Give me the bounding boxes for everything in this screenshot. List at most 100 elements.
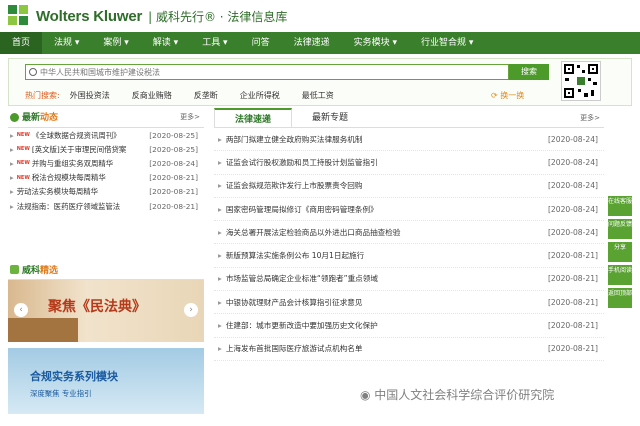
list-item[interactable]: ▸ 法规指南：医药医疗领域监管法 [2020-08-21] xyxy=(8,199,204,213)
list-item[interactable]: ▸ 劳动法实务模块每周精华 [2020-08-21] xyxy=(8,185,204,199)
arrow-icon: ▸ xyxy=(218,344,222,354)
list-item[interactable]: ▸ NEW [英文版]关于审理民间借贷案 [2020-08-25] xyxy=(8,142,204,156)
qr-code-icon xyxy=(561,61,601,101)
news-title: 法规指南：医药医疗领域监管法 xyxy=(16,201,121,211)
list-item[interactable]: ▸ NEW 并购与重组实务双周精华 [2020-08-24] xyxy=(8,156,204,170)
compliance-modules-banner[interactable]: 合规实务系列模块 深度聚焦 专业指引 xyxy=(8,348,204,414)
more-link[interactable]: 更多> xyxy=(580,108,604,127)
hot-keyword[interactable]: 企业所得税 xyxy=(240,90,280,101)
news-title: 国家密码管理局拟修订《商用密码管理条例》 xyxy=(225,204,378,214)
news-title: 税法合规模块每周精华 xyxy=(31,173,106,183)
list-item[interactable]: ▸ NEW 《全球数据合规资讯周刊》 [2020-08-25] xyxy=(8,128,204,142)
back-to-top-button[interactable]: 返回顶部 xyxy=(608,288,632,308)
tab-latest-topics[interactable]: 最新专题 xyxy=(292,108,368,127)
banner-b-title: 合规实务系列模块 xyxy=(30,370,118,383)
side-toolbar: 在线客服 问题反馈 分享 手机阅读 返回顶部 xyxy=(608,196,632,311)
list-item[interactable]: ▸ 市场监管总局确定企业标准“领跑者”重点领域 [2020-08-21] xyxy=(214,268,604,292)
nav-qa[interactable]: 问答 xyxy=(240,32,282,54)
news-date: [2020-08-21] xyxy=(547,321,598,331)
nav-law-express[interactable]: 法律速递 xyxy=(282,32,342,54)
arrow-icon: ▸ xyxy=(218,321,222,331)
header: Wolters Kluwer | 威科先行® · 法律信息库 xyxy=(0,0,640,32)
feedback-button[interactable]: 问题反馈 xyxy=(608,219,632,239)
arrow-icon: ▸ xyxy=(218,157,222,167)
arrow-icon: ▸ xyxy=(218,274,222,284)
arrow-icon: ▸ xyxy=(218,134,222,144)
new-badge: NEW xyxy=(16,132,30,139)
hot-keyword[interactable]: 外国投资法 xyxy=(70,90,110,101)
news-date: [2020-08-24] xyxy=(547,181,598,191)
refresh-keywords-button[interactable]: ⟳ 换一换 xyxy=(491,90,524,101)
news-date: [2020-08-21] xyxy=(149,173,198,183)
list-item[interactable]: ▸ 海关总署开展法定检验商品以外进出口商品抽查检验 [2020-08-24] xyxy=(214,221,604,245)
new-badge: NEW xyxy=(16,174,30,181)
list-item[interactable]: ▸ NEW 税法合规模块每周精华 [2020-08-21] xyxy=(8,171,204,185)
brand-name[interactable]: Wolters Kluwer xyxy=(36,8,142,25)
nav-cases[interactable]: 案例 ▾ xyxy=(91,32,140,54)
news-title: 并购与重组实务双周精华 xyxy=(31,158,114,168)
news-date: [2020-08-25] xyxy=(149,130,198,140)
list-item[interactable]: ▸ 中银协就理财产品会计核算指引征求意见 [2020-08-21] xyxy=(214,291,604,315)
list-item[interactable]: ▸ 证监会试行股权激励和员工持股计划监管指引 [2020-08-24] xyxy=(214,151,604,175)
wechat-icon: ◉ xyxy=(360,388,375,402)
news-title: 市场监管总局确定企业标准“领跑者”重点领域 xyxy=(225,274,378,284)
news-title: 证监会试行股权激励和员工持股计划监管指引 xyxy=(225,157,378,167)
list-item[interactable]: ▸ 上海发布首批国际医疗旅游试点机构名单 [2020-08-21] xyxy=(214,338,604,361)
nav-industry-compliance[interactable]: 行业智合规 ▾ xyxy=(409,32,485,54)
nav-practice-modules[interactable]: 实务模块 ▾ xyxy=(342,32,409,54)
featured-head: 威科精选 xyxy=(8,258,204,280)
panel-title-b: 动态 xyxy=(40,113,59,123)
arrow-icon: ▸ xyxy=(218,297,222,307)
news-date: [2020-08-21] xyxy=(547,344,598,354)
list-item[interactable]: ▸ 两部门拟建立健全政府购买法律服务机制 [2020-08-24] xyxy=(214,128,604,152)
nav-interpretations[interactable]: 解读 ▾ xyxy=(141,32,190,54)
banner-title: 聚焦《民法典》 xyxy=(48,299,146,315)
arrow-icon: ▸ xyxy=(218,251,222,261)
news-date: [2020-08-24] xyxy=(547,204,598,214)
watermark: ◉ 中国人文社会科学综合评价研究院 xyxy=(360,386,554,403)
nav-regulations[interactable]: 法规 ▾ xyxy=(42,32,91,54)
list-item[interactable]: ▸ 证监会拟规范欺诈发行上市股票责令回购 [2020-08-24] xyxy=(214,175,604,198)
featured-title: 威科精选 xyxy=(22,263,58,276)
news-title: 劳动法实务模块每周精华 xyxy=(16,187,99,197)
arrow-icon: ▸ xyxy=(218,227,222,237)
mobile-read-button[interactable]: 手机阅读 xyxy=(608,265,632,285)
hot-keyword[interactable]: 反商业贿赂 xyxy=(132,90,172,101)
arrow-icon: ▸ xyxy=(10,173,14,183)
news-title: 住建部：城市更新改造中要加强历史文化保护 xyxy=(225,321,378,331)
share-button[interactable]: 分享 xyxy=(608,242,632,262)
nav-tools[interactable]: 工具 ▾ xyxy=(190,32,239,54)
arrow-icon: ▸ xyxy=(218,204,222,214)
list-item[interactable]: ▸ 住建部：城市更新改造中要加强历史文化保护 [2020-08-21] xyxy=(214,314,604,338)
latest-news-list: ▸ NEW 《全球数据合规资讯周刊》 [2020-08-25] ▸ NEW [英文版]关于… xyxy=(8,128,204,213)
refresh-label: 换一换 xyxy=(500,91,525,100)
news-date: [2020-08-21] xyxy=(547,251,598,261)
list-item[interactable]: ▸ 新版预算法实施条例公布 10月1日起施行 [2020-08-21] xyxy=(214,244,604,268)
featured-title-b: 精选 xyxy=(40,265,59,276)
hot-keyword[interactable]: 反垄断 xyxy=(194,90,218,101)
nav-home[interactable]: 首页 xyxy=(0,32,43,54)
panel-title: 最新动态 xyxy=(22,110,58,123)
news-title: 证监会拟规范欺诈发行上市股票责令回购 xyxy=(225,181,363,191)
news-title: 两部门拟建立健全政府购买法律服务机制 xyxy=(225,134,363,144)
list-item[interactable]: ▸ 国家密码管理局拟修订《商用密码管理条例》 [2020-08-24] xyxy=(214,198,604,222)
search-icon xyxy=(29,68,37,76)
panel-title-a: 最新 xyxy=(22,113,41,123)
new-badge: NEW xyxy=(16,146,30,153)
new-badge: NEW xyxy=(16,160,30,167)
carousel-next-icon[interactable]: › xyxy=(184,303,198,317)
hot-keyword[interactable]: 最低工资 xyxy=(302,90,334,101)
online-service-button[interactable]: 在线客服 xyxy=(608,196,632,216)
wolters-kluwer-logo-icon[interactable] xyxy=(8,5,30,27)
search-input[interactable] xyxy=(26,65,508,79)
news-date: [2020-08-25] xyxy=(149,144,198,154)
tab-law-express[interactable]: 法律速递 xyxy=(214,108,293,127)
search-panel: 搜索 热门搜索: 外国投资法 反商业贿赂 反垄断 企业所得税 最低工资 ⟳ 换一… xyxy=(8,58,632,106)
search-button[interactable]: 搜索 xyxy=(509,64,549,80)
latest-news-panel: 最新动态 更多> ▸ NEW 《全球数据合规资讯周刊》 [2020-08-25] ▸ N… xyxy=(8,106,204,213)
brand-name-cn: | 威科先行® · 法律信息库 xyxy=(148,9,288,24)
carousel-prev-icon[interactable]: ‹ xyxy=(14,303,28,317)
news-title: 《全球数据合规资讯周刊》 xyxy=(31,130,121,140)
more-link[interactable]: 更多> xyxy=(180,112,200,122)
civil-code-banner[interactable]: 聚焦《民法典》 ‹ › xyxy=(8,280,204,342)
